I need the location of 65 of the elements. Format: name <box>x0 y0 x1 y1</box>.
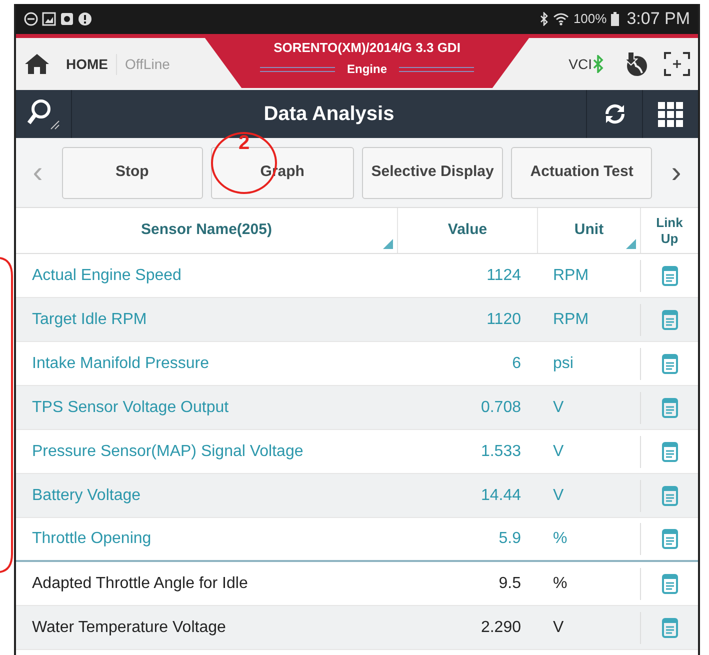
wifi-icon <box>553 12 570 26</box>
toolbar-button[interactable]: Actuation Test <box>511 146 652 198</box>
toolbar-button[interactable]: Stop <box>62 146 203 198</box>
toolbar-button[interactable]: Selective Display <box>362 146 504 198</box>
battery-percent: 100% <box>573 10 607 28</box>
sensor-value: 0.708 <box>480 398 521 416</box>
sensor-unit: RPM <box>553 266 589 284</box>
sensor-name: TPS Sensor Voltage Output <box>32 398 229 416</box>
sensor-value: 6 <box>512 354 521 372</box>
document-icon[interactable] <box>662 574 678 594</box>
sensor-unit: % <box>553 574 568 592</box>
sensor-value: 1124 <box>486 266 521 284</box>
refresh-icon[interactable] <box>602 102 626 126</box>
document-icon[interactable] <box>662 266 678 286</box>
vci-label: VCI <box>568 54 592 74</box>
sensor-name: Throttle Opening <box>32 530 152 547</box>
document-icon[interactable] <box>662 354 678 374</box>
screen-title: Data Analysis <box>262 102 396 127</box>
document-icon[interactable] <box>662 618 678 638</box>
table-row[interactable]: Throttle Opening 5.9 % <box>16 518 698 562</box>
home-link[interactable]: HOME <box>66 54 108 74</box>
clock-time: 3:07 PM <box>626 8 690 30</box>
sensor-value: 5.9 <box>498 530 521 547</box>
sensor-unit: V <box>553 486 564 504</box>
bluetooth-icon <box>539 12 550 26</box>
sensor-unit: % <box>553 530 568 547</box>
document-icon[interactable] <box>662 486 678 506</box>
bluetooth-icon <box>592 55 604 73</box>
sensor-value: 14.44 <box>480 486 521 504</box>
sensor-value: 1.533 <box>480 442 521 460</box>
home-icon[interactable] <box>24 53 50 75</box>
document-icon[interactable] <box>662 310 678 330</box>
sensor-name: Pressure Sensor(MAP) Signal Voltage <box>32 442 304 460</box>
document-icon[interactable] <box>662 442 678 462</box>
sensor-name: Water Temperature Voltage <box>32 618 226 636</box>
battery-icon <box>610 12 619 26</box>
column-header: Link Up <box>655 214 684 246</box>
column-header: Sensor Name(205) <box>141 220 272 240</box>
mode-label: OffLine <box>116 54 170 74</box>
sensor-name: Intake Manifold Pressure <box>32 354 209 372</box>
sensor-name: Battery Voltage <box>32 486 141 504</box>
image-icon <box>42 12 56 26</box>
search-icon[interactable] <box>26 97 60 131</box>
sensor-value: 9.5 <box>498 574 521 592</box>
document-icon[interactable] <box>662 398 678 418</box>
sensor-value: 2.290 <box>480 618 521 636</box>
table-row[interactable]: Water Temperature Voltage 2.290 V <box>16 606 698 650</box>
sensor-name: Adapted Throttle Angle for Idle <box>32 574 248 592</box>
column-header: Unit <box>574 220 604 240</box>
sensor-unit: psi <box>553 354 574 372</box>
document-icon[interactable] <box>662 529 678 549</box>
sensor-unit: V <box>553 398 564 416</box>
sensor-unit: RPM <box>553 310 589 328</box>
system-label: Engine <box>346 62 387 76</box>
sensor-unit: V <box>553 618 564 636</box>
scan-icon[interactable] <box>664 52 690 76</box>
minus-circle-icon <box>24 12 38 26</box>
column-header: Value <box>448 220 488 240</box>
sensor-unit: V <box>553 442 564 460</box>
sensor-value: 1120 <box>486 310 521 328</box>
alert-icon <box>78 12 92 26</box>
grid-menu-icon[interactable] <box>658 102 683 126</box>
vehicle-title: SORENTO(XM)/2014/G 3.3 GDI <box>272 39 462 57</box>
sensor-name: Actual Engine Speed <box>32 266 182 284</box>
sensor-name: Target Idle RPM <box>32 310 147 328</box>
